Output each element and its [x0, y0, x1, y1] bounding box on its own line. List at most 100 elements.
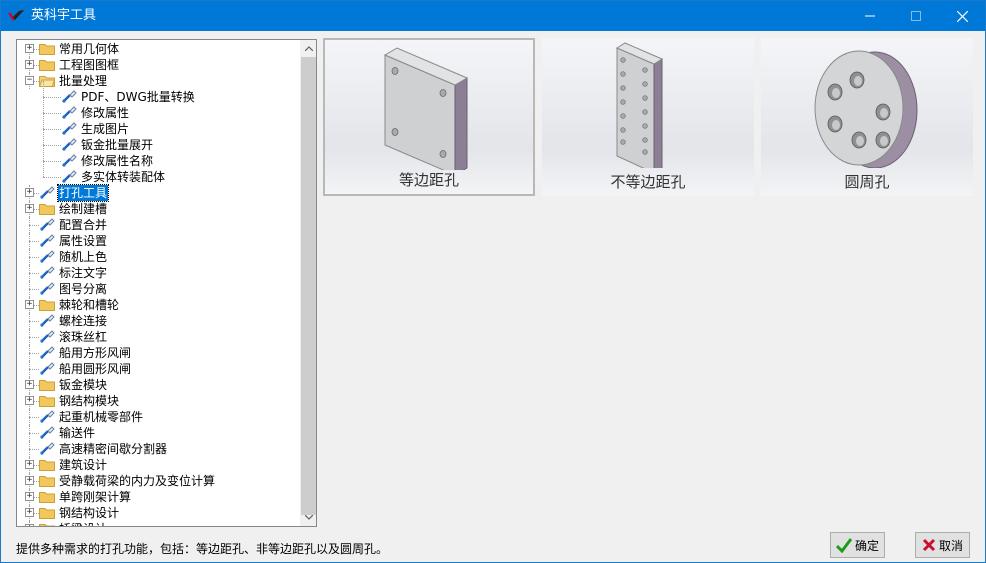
minimize-button[interactable]: [847, 1, 893, 31]
tool-icon: [61, 154, 77, 168]
close-button[interactable]: [939, 1, 985, 31]
tree-item[interactable]: 修改属性名称: [17, 145, 300, 169]
tree-item[interactable]: 修改属性: [17, 97, 300, 121]
expand-icon[interactable]: +: [25, 492, 34, 501]
tree-item-label: 图号分离: [59, 282, 108, 296]
expand-icon[interactable]: +: [25, 60, 34, 69]
chevron-up-icon: [304, 46, 313, 51]
expand-icon[interactable]: +: [25, 476, 34, 485]
tree-item-label: 属性设置: [59, 234, 108, 248]
tree-connector: [43, 113, 61, 114]
collapse-icon[interactable]: −: [25, 76, 34, 85]
ok-button[interactable]: 确定: [830, 532, 885, 558]
tree-connector: [29, 217, 30, 233]
expand-icon[interactable]: +: [25, 204, 34, 213]
tool-icon: [39, 250, 55, 264]
tree-connector: [43, 81, 44, 97]
tree-item[interactable]: + 单跨刚架计算: [17, 489, 300, 505]
tree-connector: [29, 353, 39, 354]
tree-item[interactable]: 螺栓连接: [17, 313, 300, 329]
tree-item[interactable]: 输送件: [17, 425, 300, 441]
tree-item-label: 随机上色: [59, 250, 108, 264]
tree-item-label: 受静载荷梁的内力及变位计算: [59, 474, 216, 488]
tree-item-label: 修改属性名称: [81, 154, 154, 168]
tree-item[interactable]: 钣金批量展开: [17, 129, 300, 153]
tree-item-label: 船用圆形风闸: [59, 362, 132, 376]
folder-icon: [39, 491, 55, 503]
tool-icon: [39, 442, 55, 456]
scroll-down-button[interactable]: [300, 509, 316, 526]
tree-connector: [29, 433, 39, 434]
tree-item[interactable]: + 绘制建槽: [17, 201, 300, 217]
tree-item-label: 单跨刚架计算: [59, 490, 132, 504]
tree-connector: [29, 361, 30, 377]
tree-item[interactable]: 属性设置: [17, 233, 300, 249]
tree-item[interactable]: 图号分离: [17, 281, 300, 297]
cancel-button[interactable]: 取消: [915, 532, 970, 558]
tree-connector: [29, 369, 39, 370]
tree-item[interactable]: 生成图片: [17, 113, 300, 137]
expand-icon[interactable]: +: [25, 508, 34, 517]
app-logo-icon: [8, 10, 24, 21]
tree-item-label: 钢结构模块: [59, 394, 120, 408]
tree-item[interactable]: + 桥梁设计: [17, 521, 300, 526]
tree-item[interactable]: + 受静载荷梁的内力及变位计算: [17, 473, 300, 489]
scroll-up-button[interactable]: [300, 40, 316, 57]
tree-connector: [29, 345, 30, 361]
maximize-icon: [911, 11, 921, 21]
tree-item[interactable]: 配置合并: [17, 217, 300, 233]
tree-connector: [29, 409, 30, 425]
card-equal-spacing-holes[interactable]: 等边距孔: [323, 38, 535, 196]
tree-connector: [29, 313, 30, 329]
expand-icon[interactable]: +: [25, 44, 34, 53]
tree-item[interactable]: PDF、DWG批量转换: [17, 81, 300, 105]
expand-icon[interactable]: +: [25, 524, 34, 526]
checkmark-icon: [835, 538, 852, 553]
tree-item[interactable]: + 钢结构设计: [17, 505, 300, 521]
tree-connector: [29, 441, 30, 457]
tool-icon: [39, 410, 55, 424]
folder-icon: [39, 507, 55, 519]
tree-item[interactable]: + 钣金模块: [17, 377, 300, 393]
tree-item[interactable]: 起重机械零部件: [17, 409, 300, 425]
chevron-down-icon: [304, 515, 313, 520]
expand-icon[interactable]: +: [25, 380, 34, 389]
expand-icon[interactable]: +: [25, 396, 34, 405]
scroll-thumb[interactable]: [301, 57, 316, 515]
tool-tree[interactable]: + 常用几何体 + 工程图图框 − 批量处理 PDF、DWG批量转换 修改属性 生成图片 钣金批量…: [16, 39, 317, 527]
tree-item-label: 钢结构设计: [59, 506, 120, 520]
tree-item[interactable]: 滚珠丝杠: [17, 329, 300, 345]
tree-connector: [29, 249, 30, 265]
title-bar[interactable]: 英科宇工具: [1, 1, 985, 31]
tree-item[interactable]: 船用圆形风闸: [17, 361, 300, 377]
tree-item[interactable]: + 打孔工具: [17, 184, 300, 202]
tree-item[interactable]: + 建筑设计: [17, 457, 300, 473]
plate-unequal-holes-icon: [615, 42, 664, 168]
tree-item[interactable]: 随机上色: [17, 249, 300, 265]
tree-item[interactable]: 高速精密间歇分割器: [17, 441, 300, 457]
tree-connector: [29, 265, 30, 281]
tree-item[interactable]: 标注文字: [17, 265, 300, 281]
tree-item[interactable]: 多实体转装配体: [17, 161, 300, 185]
tool-icon: [39, 346, 55, 360]
expand-icon[interactable]: +: [25, 460, 34, 469]
tree-scrollbar[interactable]: [300, 40, 316, 526]
tree-item[interactable]: + 工程图图框: [17, 57, 300, 73]
tree-item[interactable]: − 批量处理: [17, 73, 300, 89]
ok-button-label: 确定: [854, 538, 879, 553]
expand-icon[interactable]: +: [25, 188, 34, 197]
expand-icon[interactable]: +: [25, 300, 34, 309]
tree-item-label: 配置合并: [59, 218, 108, 232]
tree-connector: [43, 129, 61, 130]
card-unequal-spacing-holes[interactable]: 不等边距孔: [542, 38, 754, 196]
tree-item[interactable]: + 钢结构模块: [17, 393, 300, 409]
tree-connector: [43, 161, 44, 177]
tree-item[interactable]: + 棘轮和槽轮: [17, 297, 300, 313]
card-circular-holes[interactable]: 圆周孔: [761, 38, 973, 196]
tree-item[interactable]: + 常用几何体: [17, 41, 300, 57]
tree-connector: [43, 97, 61, 98]
folder-icon: [39, 299, 55, 311]
tree-item[interactable]: 船用方形风闸: [17, 345, 300, 361]
maximize-button[interactable]: [893, 1, 939, 31]
tree-connector: [43, 97, 44, 113]
